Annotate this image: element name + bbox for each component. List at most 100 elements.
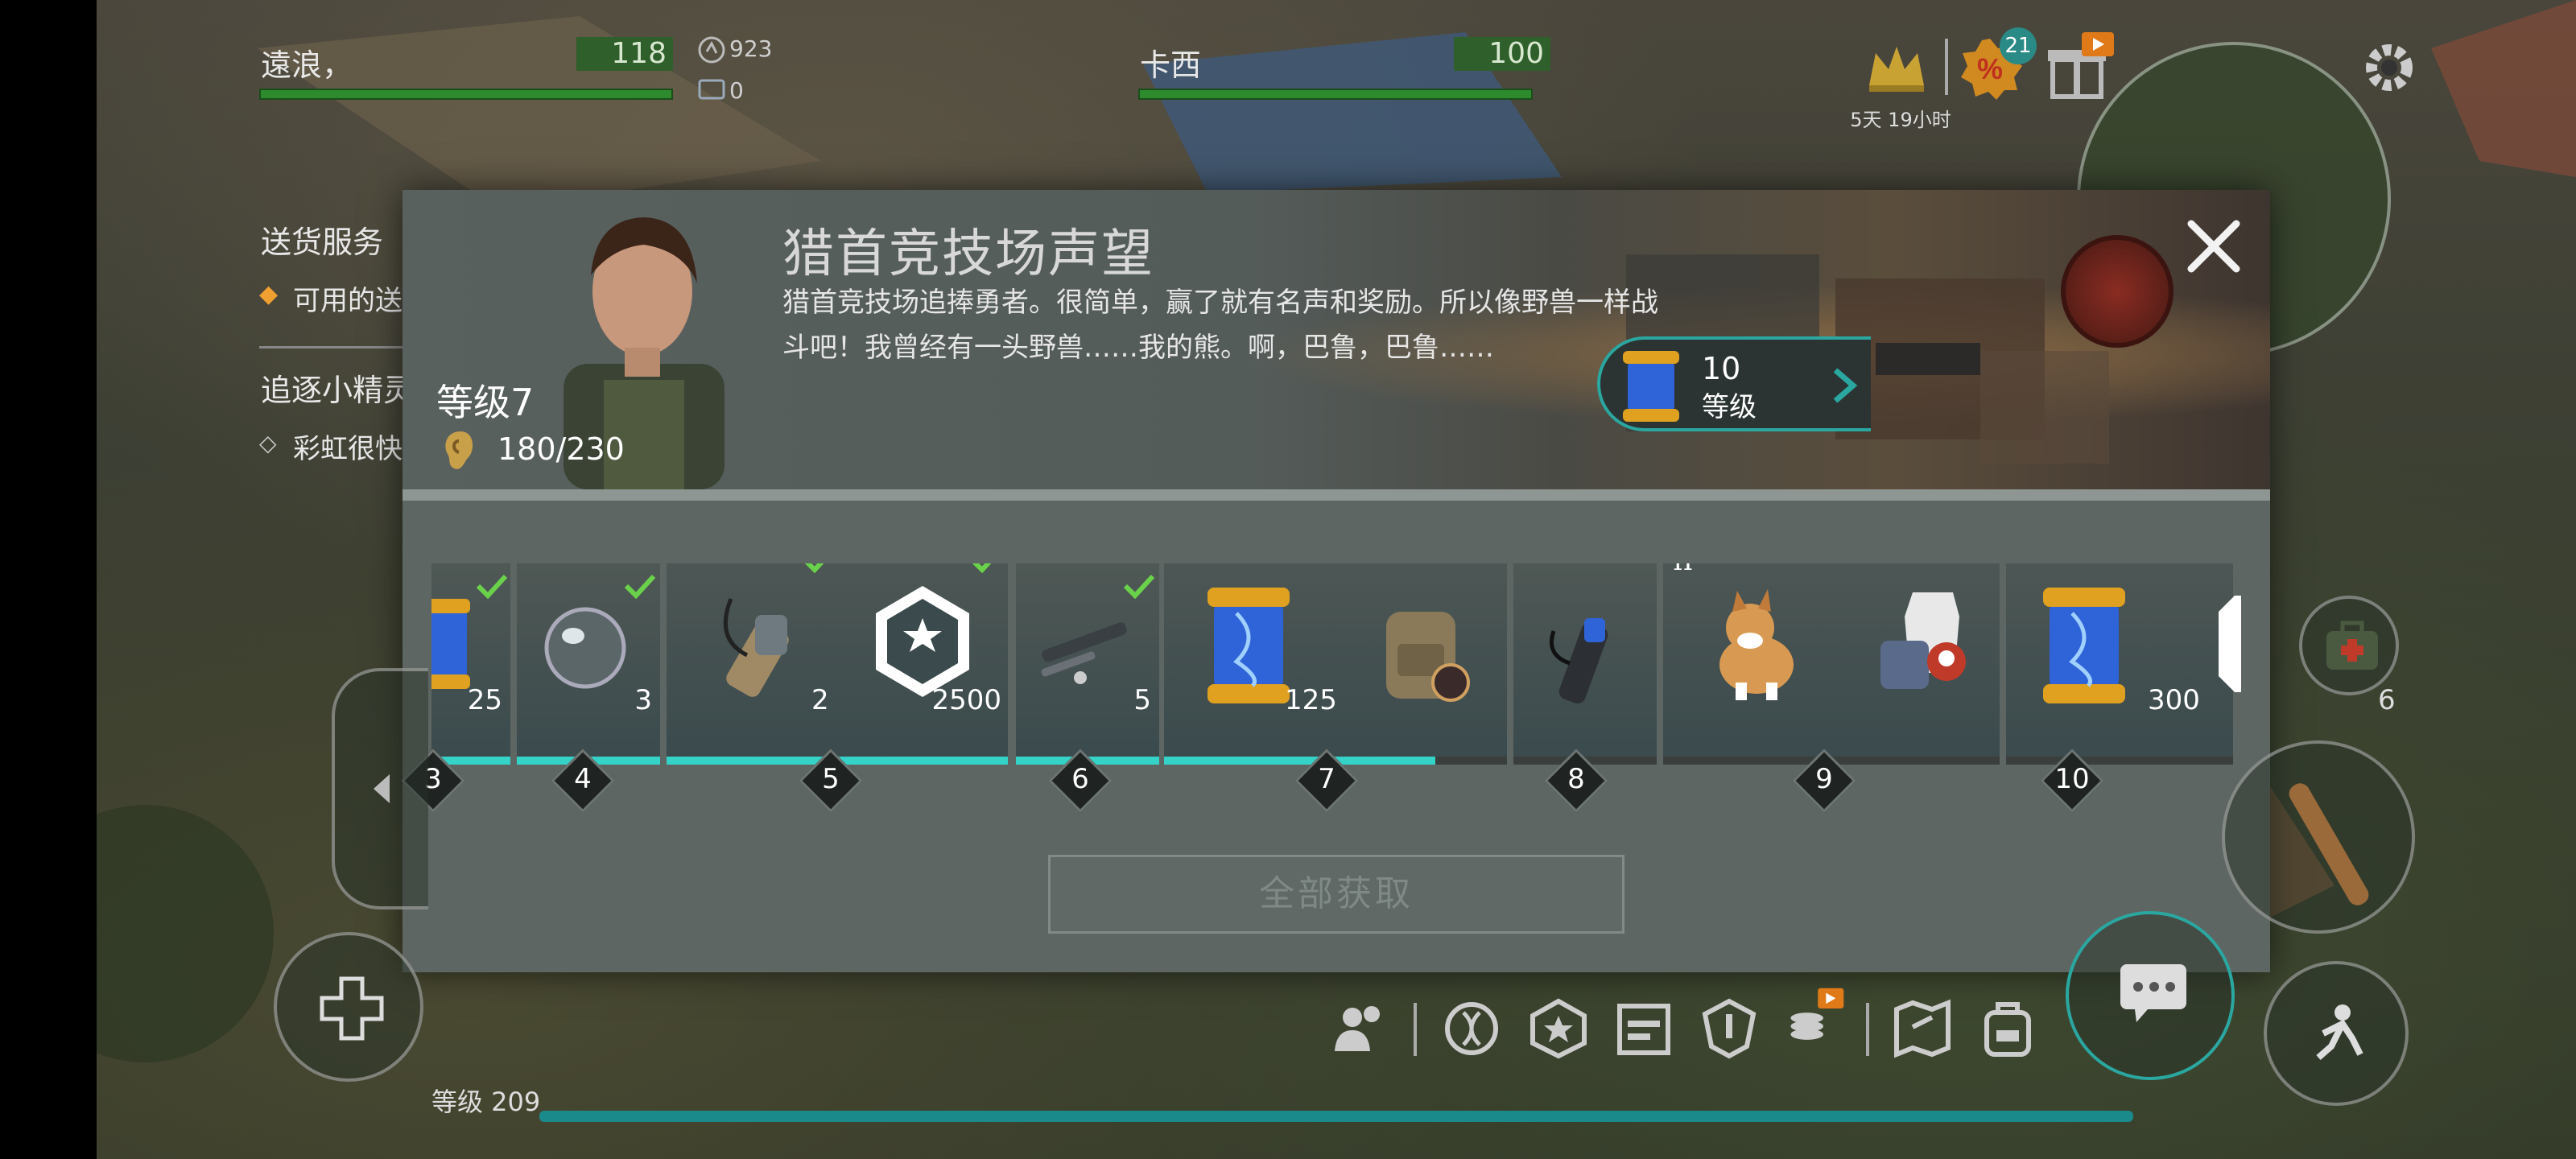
- currency-coin-icon: [698, 36, 725, 64]
- tier-slot-8[interactable]: [1513, 563, 1657, 765]
- quest-divider: [259, 346, 404, 349]
- event-timer: 5天 19小时: [1850, 109, 1951, 131]
- tier-slot-9[interactable]: II: [1663, 563, 2000, 765]
- tier-slot-10[interactable]: 300: [2006, 563, 2241, 765]
- companion-hp-value: 100: [1454, 37, 1550, 71]
- crown-event-icon[interactable]: [1864, 40, 1929, 97]
- player-name: 遠浪，: [261, 47, 353, 83]
- baseball-bat-icon: [2289, 783, 2369, 905]
- arena-reputation-dialog: 等级7 180/230 猎首竞技场声望 猎首竞技场追捧勇者。很简单，赢了就有名声…: [401, 190, 2270, 972]
- dialog-title: 猎首竞技场声望: [782, 225, 1154, 284]
- chat-button[interactable]: [2066, 911, 2235, 1080]
- quest-2-sub: 彩虹很快: [293, 433, 402, 465]
- currency-2-value: 0: [729, 77, 744, 104]
- tier-slot-3[interactable]: 25: [431, 563, 510, 765]
- promo-badge: 21: [2000, 27, 2037, 64]
- calendar-icon[interactable]: [1613, 998, 1674, 1059]
- friends-icon[interactable]: [1330, 998, 1391, 1059]
- hud-divider: [1945, 39, 1948, 95]
- banner-separator: [402, 489, 2270, 501]
- quest-2-title[interactable]: 追逐小精灵: [261, 365, 414, 410]
- sneak-button[interactable]: [2264, 961, 2409, 1106]
- reward-count: 5: [1133, 684, 1151, 716]
- toolbar-divider: [1414, 1003, 1417, 1056]
- svg-text:%: %: [1977, 52, 2003, 85]
- claimed-check-icon: [476, 574, 508, 599]
- level-number: 10: [2054, 763, 2090, 795]
- claimed-check-icon: [804, 563, 824, 573]
- corgi-icon: [1719, 589, 1794, 700]
- toolbar-divider: [1866, 1003, 1869, 1056]
- crouch-icon: [2316, 1004, 2363, 1061]
- gene-capsule-icon: [1623, 351, 1679, 422]
- backpack-inventory-icon[interactable]: [1977, 998, 2038, 1059]
- gift-icon[interactable]: [2045, 32, 2117, 105]
- tier-slot-5[interactable]: 2 2500: [667, 563, 1008, 765]
- reward-count: 2: [811, 684, 829, 716]
- outfit-icon: [1880, 592, 1966, 689]
- claimed-check-icon: [972, 563, 992, 573]
- settings-gear-icon[interactable]: [2359, 37, 2420, 98]
- collect-all-button[interactable]: 全部获取: [1048, 855, 1624, 934]
- next-level-value: 10: [1702, 351, 1741, 386]
- medkit-count: 6: [2378, 684, 2396, 716]
- reward-count: 300: [2148, 684, 2200, 716]
- plus-icon: [320, 976, 384, 1041]
- medkit-icon: [2326, 621, 2378, 670]
- reputation-progress: 180/230: [497, 431, 625, 467]
- dialog-description: 猎首竞技场追捧勇者。很简单，赢了就有名声和奖励。所以像野兽一样战斗吧！我曾经有一…: [782, 287, 1658, 364]
- clan-emblem-icon[interactable]: [1699, 998, 1760, 1059]
- close-icon[interactable]: [2182, 214, 2246, 278]
- currency-card-icon: [698, 79, 725, 100]
- next-level-tag[interactable]: 10 等级: [1597, 336, 1871, 431]
- tier-progress-fill: [1164, 757, 1435, 765]
- attack-button[interactable]: [2222, 740, 2415, 934]
- rifle-scope-icon: [1041, 622, 1127, 684]
- ear-reputation-icon: [445, 431, 473, 469]
- level-number: 5: [822, 763, 840, 795]
- reward-count: 2500: [931, 684, 1001, 716]
- medkit-button[interactable]: [2299, 596, 2399, 695]
- build-button[interactable]: [274, 932, 423, 1082]
- currency-1-value: 923: [729, 35, 773, 62]
- gene-capsule-icon: [2043, 588, 2125, 703]
- dialog-banner: 等级7 180/230 猎首竞技场声望 猎首竞技场追捧勇者。很简单，赢了就有名声…: [402, 190, 2270, 489]
- gene-capsule-icon: [1208, 588, 1290, 703]
- companion-name: 卡西: [1140, 47, 1202, 83]
- tier-slot-4[interactable]: 3: [517, 563, 660, 765]
- reputation-level: 等级7: [436, 381, 535, 424]
- quest-1-bullet: ◆: [259, 280, 279, 308]
- gene-capsule-icon: [431, 599, 470, 689]
- level-number: 6: [1071, 763, 1089, 795]
- reward-track[interactable]: 25 3 2 2500 5 125 300: [431, 563, 2241, 789]
- quest-2-bullet: ◇: [259, 430, 277, 456]
- quest-1-sub: 可用的送: [293, 285, 402, 317]
- arena-emblem-partial-icon: [2219, 596, 2241, 692]
- tier-slot-6[interactable]: 5: [1016, 563, 1159, 765]
- tier-roman-numeral: II: [1673, 563, 1693, 576]
- backpack-icon: [1386, 612, 1470, 702]
- map-icon[interactable]: [1892, 998, 1953, 1059]
- companion-hp-bar: [1138, 89, 1533, 100]
- letterbox-left: [0, 0, 97, 1159]
- badge-star-icon[interactable]: [1528, 998, 1589, 1059]
- quest-1-title[interactable]: 送货服务: [261, 217, 383, 262]
- player-hp-bar: [259, 89, 673, 100]
- reward-count: 25: [467, 684, 502, 716]
- reward-count: 3: [634, 684, 652, 716]
- coins-video-icon[interactable]: [1784, 987, 1845, 1048]
- dna-icon[interactable]: [1441, 998, 1502, 1059]
- level-number: 9: [1815, 763, 1833, 795]
- level-number: 7: [1318, 763, 1335, 795]
- next-level-label: 等级: [1702, 391, 1757, 423]
- binoculars-icon: [723, 598, 789, 697]
- tier-slot-7[interactable]: 125: [1164, 563, 1507, 765]
- player-hp-value: 118: [576, 37, 673, 71]
- level-number: 4: [574, 763, 592, 795]
- experience-bar: [539, 1111, 2133, 1122]
- tier-progress-bar: [2006, 757, 2233, 765]
- chat-bubble-icon: [2120, 964, 2186, 1022]
- reward-count: 125: [1285, 684, 1337, 716]
- joystick-area[interactable]: [332, 668, 428, 909]
- arrow-left-icon: [374, 774, 390, 803]
